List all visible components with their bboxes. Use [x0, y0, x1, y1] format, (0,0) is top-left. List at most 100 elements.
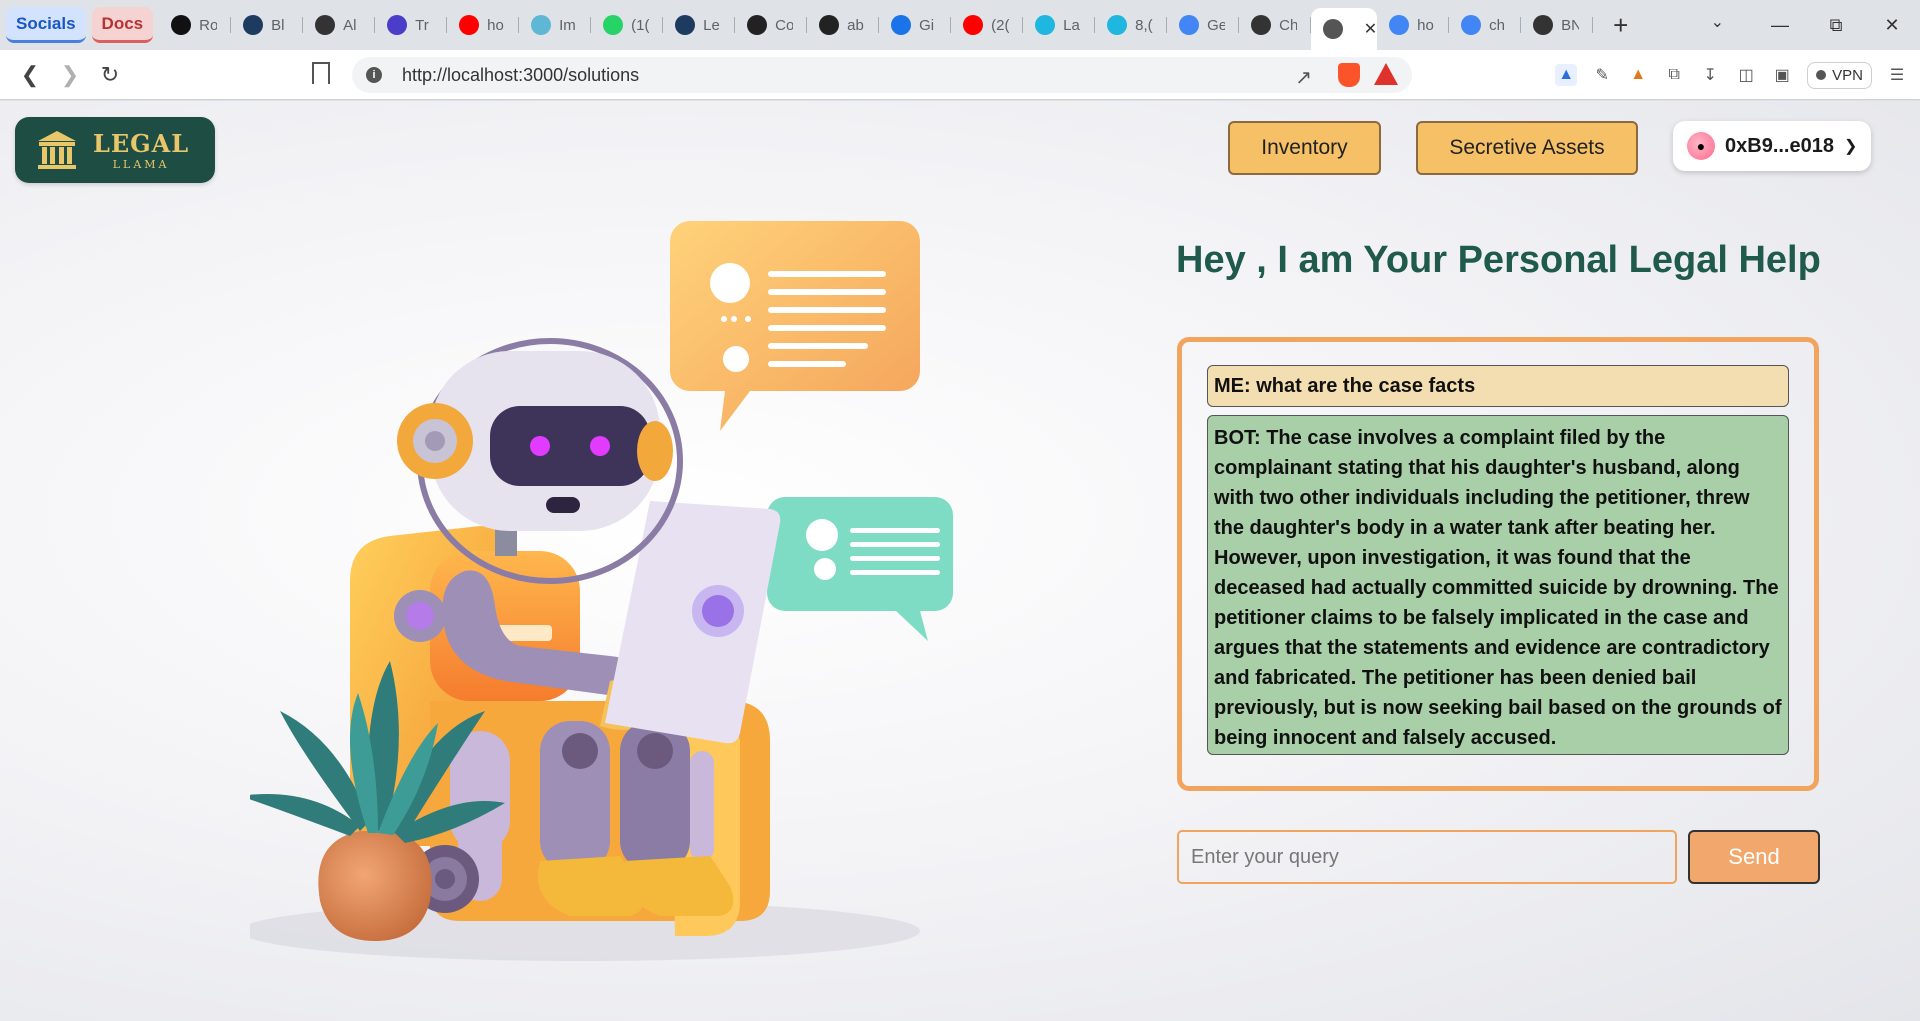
send-button[interactable]: Send — [1688, 830, 1820, 884]
browser-tab[interactable]: Ch — [1239, 7, 1312, 43]
url-text[interactable]: http://localhost:3000/solutions — [402, 65, 639, 86]
browser-tab[interactable]: Co — [735, 7, 808, 43]
back-button[interactable]: ❮ — [10, 62, 50, 88]
github-icon — [747, 15, 768, 35]
wallet-avatar-icon: ● — [1687, 132, 1715, 160]
brave-shields-icon[interactable] — [1338, 63, 1360, 87]
new-tab-button[interactable]: + — [1613, 10, 1628, 41]
browser-tab[interactable]: Im — [519, 7, 592, 43]
browser-tab-title: Gi — [919, 16, 935, 34]
secretive-assets-button[interactable]: Secretive Assets — [1416, 121, 1638, 175]
browser-tab-title: BN — [1561, 16, 1580, 34]
vpn-button[interactable]: VPN — [1807, 61, 1872, 89]
browser-tab[interactable]: (2( — [951, 7, 1024, 43]
youtube-icon — [459, 15, 480, 35]
browser-tab[interactable]: Ge — [1167, 7, 1240, 43]
browser-tab[interactable]: Al — [303, 7, 376, 43]
openai-icon — [315, 15, 336, 35]
browser-tab-title: (2( — [991, 16, 1010, 34]
extension-dropper-icon[interactable]: ✎ — [1591, 64, 1613, 86]
search-bot-icon — [1035, 15, 1056, 35]
close-window-button[interactable]: ✕ — [1864, 15, 1920, 36]
cat-icon — [1533, 15, 1554, 35]
forward-button[interactable]: ❯ — [50, 62, 90, 88]
wallet-address: 0xB9...e018 — [1725, 134, 1834, 157]
restore-button[interactable]: ⧉ — [1808, 15, 1864, 36]
wallet-icon[interactable]: ▣ — [1771, 64, 1793, 86]
openai-icon — [1251, 15, 1272, 35]
browser-tab-title: Tr — [415, 16, 429, 34]
gemini-icon — [1179, 15, 1200, 35]
legal-llama-logo[interactable]: LEGAL LLAMA — [15, 117, 215, 183]
tab-search-chevron-icon[interactable]: ⌄ — [1711, 12, 1724, 32]
browser-tab[interactable]: ho — [1377, 7, 1450, 43]
google-icon — [1389, 15, 1410, 35]
bookmark-icon[interactable] — [312, 62, 330, 84]
browser-tab-title: ab — [847, 16, 864, 34]
vpn-label: VPN — [1832, 66, 1863, 84]
share-icon[interactable]: ↗ — [1295, 65, 1312, 90]
vpn-status-icon — [1816, 70, 1827, 80]
search-bot-icon — [1107, 15, 1128, 35]
logo-title: LEGAL — [93, 129, 190, 158]
metamask-fox-icon[interactable]: ▲ — [1627, 64, 1649, 86]
google-icon — [1461, 15, 1482, 35]
browser-tab-title: (1( — [631, 16, 650, 34]
sidebar-icon[interactable]: ◫ — [1735, 64, 1757, 86]
browser-tab-title: ho — [487, 16, 504, 34]
devto-icon — [675, 15, 696, 35]
chevron-down-icon: ❯ — [1843, 138, 1858, 155]
browser-tab-strip: Socials Docs Ro Bl Al Tr ho Im (1( Le Co ab Gi (2( L… — [0, 0, 1920, 50]
browser-tab[interactable]: ho — [447, 7, 520, 43]
youtube-icon — [963, 15, 984, 35]
browser-tab[interactable]: BN — [1521, 7, 1594, 43]
browser-tab-title: Al — [343, 16, 357, 34]
browser-tab[interactable]: 8,( — [1095, 7, 1168, 43]
browser-tab-title: Le — [703, 16, 720, 34]
minimize-button[interactable]: — — [1752, 15, 1808, 36]
browser-tab[interactable]: Ro — [159, 7, 232, 43]
address-bar[interactable]: i http://localhost:3000/solutions ↗ — [352, 57, 1412, 93]
browser-tab-title: ch — [1489, 16, 1505, 34]
react-icon — [531, 15, 552, 35]
browser-tab[interactable]: Le — [663, 7, 736, 43]
browser-tab[interactable]: (1( — [591, 7, 664, 43]
whatsapp-icon — [603, 15, 624, 35]
logo-text: LEGAL LLAMA — [93, 129, 189, 171]
browser-tab[interactable]: ✕ — [1311, 8, 1378, 50]
devto-icon — [243, 15, 264, 35]
github-icon — [819, 15, 840, 35]
browser-tab-title: ho — [1417, 16, 1434, 34]
browser-tab-title: Co — [775, 16, 794, 34]
logo-subtitle: LLAMA — [112, 158, 170, 171]
inventory-button[interactable]: Inventory — [1228, 121, 1381, 175]
extensions-puzzle-icon[interactable]: ⧉ — [1663, 64, 1685, 86]
wallet-connect-button[interactable]: ● 0xB9...e018 ❯ — [1673, 121, 1871, 171]
user-message: ME: what are the case facts — [1207, 365, 1789, 407]
courthouse-icon — [38, 131, 76, 169]
browser-tab[interactable]: ab — [807, 7, 880, 43]
download-icon[interactable]: ↧ — [1699, 64, 1721, 86]
menu-icon[interactable]: ☰ — [1886, 64, 1908, 86]
chat-history-panel: ME: what are the case facts BOT: The cas… — [1177, 337, 1819, 791]
close-tab-icon[interactable]: ✕ — [1364, 19, 1377, 39]
extensions-area: ▲ ✎ ▲ ⧉ ↧ ◫ ▣ VPN ☰ — [1555, 50, 1920, 100]
reload-button[interactable]: ↻ — [90, 62, 130, 88]
query-input[interactable] — [1177, 830, 1677, 884]
tab-group-socials[interactable]: Socials — [6, 7, 86, 43]
browser-tab-title: Im — [559, 16, 576, 34]
site-info-icon[interactable]: i — [366, 67, 382, 83]
tab-group-docs[interactable]: Docs — [91, 7, 154, 43]
browser-tab[interactable]: Tr — [375, 7, 448, 43]
globe-icon — [1323, 19, 1344, 39]
extension-wallet-icon[interactable]: ▲ — [1555, 64, 1578, 86]
app-icon — [387, 15, 408, 35]
browser-tab-title: La — [1063, 16, 1080, 34]
browser-tab[interactable]: Bl — [231, 7, 304, 43]
browser-tab[interactable]: ch — [1449, 7, 1522, 43]
brave-rewards-icon[interactable] — [1374, 63, 1398, 85]
browser-tab[interactable]: La — [1023, 7, 1096, 43]
google-ai-icon — [891, 15, 912, 35]
browser-tab[interactable]: Gi — [879, 7, 952, 43]
bot-message: BOT: The case involves a complaint filed… — [1207, 415, 1789, 755]
